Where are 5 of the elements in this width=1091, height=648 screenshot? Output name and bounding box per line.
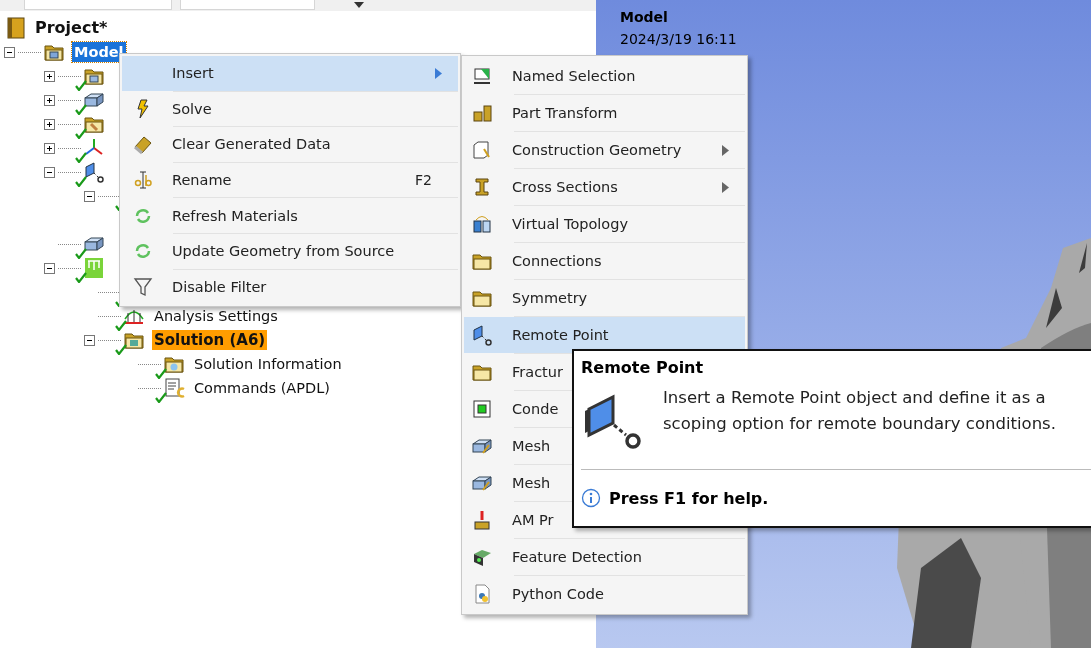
- timestamp: 2024/3/19 16:11: [620, 31, 737, 47]
- model-title: Model: [620, 9, 668, 25]
- help-hint: Press F1 for help.: [609, 488, 769, 508]
- tooltip-description: Insert a Remote Point object and define it as a scoping option for remote boundary conditions.: [663, 387, 1057, 435]
- tooltip-title: Remote Point: [581, 358, 704, 377]
